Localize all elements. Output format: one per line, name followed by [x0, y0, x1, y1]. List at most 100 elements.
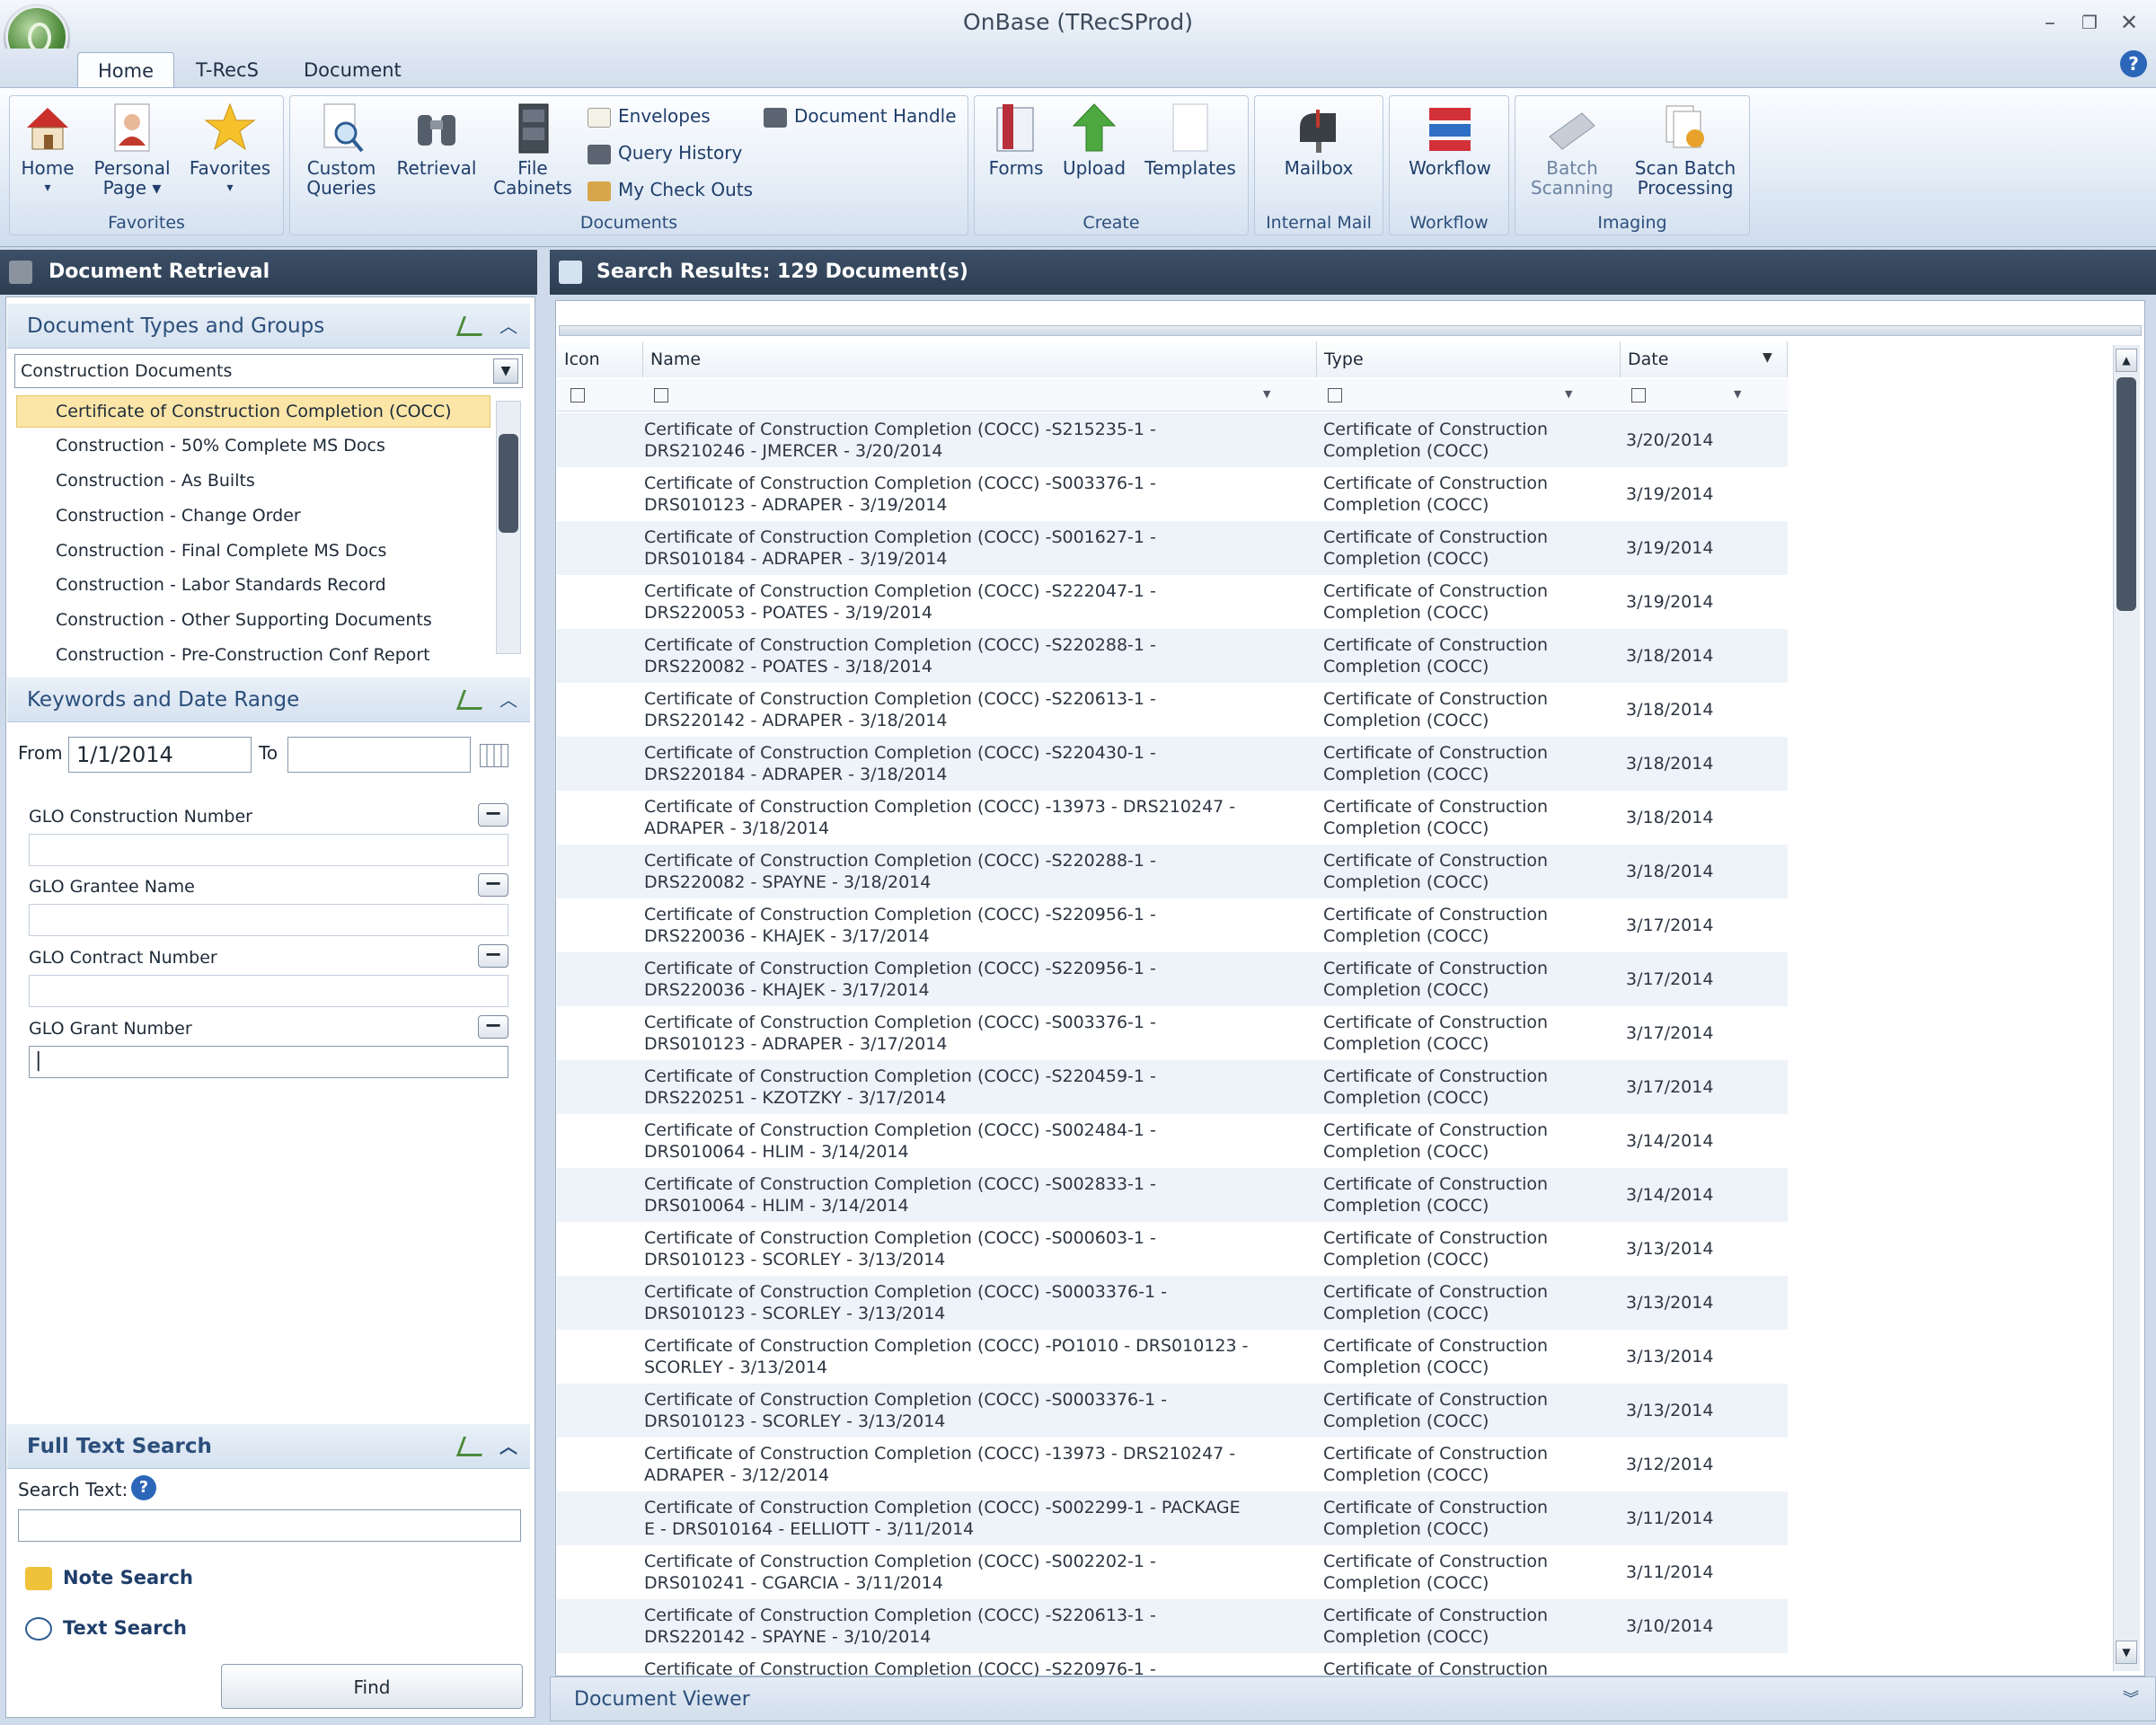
cell-name[interactable]: Certificate of Construction Completion (…: [644, 473, 1255, 518]
cell-name[interactable]: Certificate of Construction Completion (…: [644, 1497, 1255, 1542]
scroll-up-arrow-icon[interactable]: ▲: [2116, 349, 2137, 372]
personal-page-button[interactable]: Personal Page ▾: [90, 101, 174, 198]
doc-type-item[interactable]: Construction - Pre-Construction Conf Rep…: [56, 639, 430, 671]
table-row[interactable]: Certificate of Construction Completion (…: [557, 1438, 1788, 1491]
table-row[interactable]: Certificate of Construction Completion (…: [557, 1006, 1788, 1060]
glo-contract-number-input[interactable]: [29, 975, 508, 1007]
scroll-thumb[interactable]: [499, 434, 518, 533]
scroll-down-arrow-icon[interactable]: ▼: [2116, 1641, 2137, 1664]
note-search-button[interactable]: Note Search: [25, 1567, 193, 1590]
table-row[interactable]: Certificate of Construction Completion (…: [557, 1168, 1788, 1222]
upload-button[interactable]: Upload: [1058, 101, 1130, 178]
table-row[interactable]: Certificate of Construction Completion (…: [557, 1491, 1788, 1545]
cell-name[interactable]: Certificate of Construction Completion (…: [644, 526, 1255, 571]
cell-name[interactable]: Certificate of Construction Completion (…: [644, 742, 1255, 787]
keywords-section-header[interactable]: Keywords and Date Range ︿: [7, 677, 530, 722]
cell-name[interactable]: Certificate of Construction Completion (…: [644, 850, 1255, 895]
doc-type-item[interactable]: Construction - Final Complete MS Docs: [56, 535, 386, 567]
cell-name[interactable]: Certificate of Construction Completion (…: [644, 1605, 1255, 1650]
document-handle-button[interactable]: Document Handle: [764, 102, 957, 129]
table-row[interactable]: Certificate of Construction Completion (…: [557, 1653, 1788, 1676]
search-text-input[interactable]: [18, 1509, 521, 1542]
calendar-icon[interactable]: [480, 744, 508, 767]
table-row[interactable]: Certificate of Construction Completion (…: [557, 1384, 1788, 1438]
table-row[interactable]: Certificate of Construction Completion (…: [557, 791, 1788, 845]
cell-name[interactable]: Certificate of Construction Completion (…: [644, 419, 1255, 464]
cell-name[interactable]: Certificate of Construction Completion (…: [644, 1659, 1255, 1676]
doc-type-group-dropdown[interactable]: Construction Documents ▼: [14, 354, 523, 388]
close-button[interactable]: ✕: [2111, 7, 2147, 38]
table-row[interactable]: Certificate of Construction Completion (…: [557, 952, 1788, 1006]
remove-keyword-button[interactable]: −: [478, 802, 508, 827]
custom-queries-button[interactable]: Custom Queries: [300, 101, 383, 198]
full-text-search-header[interactable]: Full Text Search ︿: [7, 1424, 530, 1469]
query-history-button[interactable]: Query History: [588, 139, 742, 166]
table-row[interactable]: Certificate of Construction Completion (…: [557, 845, 1788, 898]
document-viewer-bar[interactable]: Document Viewer ︾: [550, 1676, 2156, 1721]
tab-home[interactable]: Home: [77, 52, 175, 88]
cell-name[interactable]: Certificate of Construction Completion (…: [644, 1119, 1255, 1164]
scan-batch-processing-button[interactable]: Scan Batch Processing: [1630, 101, 1741, 198]
table-row[interactable]: Certificate of Construction Completion (…: [557, 683, 1788, 737]
workflow-button[interactable]: Workflow: [1398, 101, 1502, 178]
column-header-name[interactable]: Name: [643, 341, 1317, 377]
doc-type-item[interactable]: Construction - As Builts: [56, 464, 255, 497]
doc-type-item[interactable]: Construction - 50% Complete MS Docs: [56, 429, 385, 462]
cell-name[interactable]: Certificate of Construction Completion (…: [644, 688, 1255, 733]
table-row[interactable]: Certificate of Construction Completion (…: [557, 413, 1788, 467]
cell-name[interactable]: Certificate of Construction Completion (…: [644, 1227, 1255, 1272]
sort-descending-icon[interactable]: ▼: [1763, 350, 1772, 365]
text-search-button[interactable]: Text Search: [25, 1617, 187, 1641]
table-row[interactable]: Certificate of Construction Completion (…: [557, 1114, 1788, 1168]
retrieval-button[interactable]: Retrieval: [392, 101, 482, 178]
find-button[interactable]: Find: [221, 1664, 523, 1709]
favorites-button[interactable]: Favorites ▾: [187, 101, 273, 198]
table-row[interactable]: Certificate of Construction Completion (…: [557, 1330, 1788, 1384]
chevron-down-icon[interactable]: ▼: [493, 358, 518, 384]
remove-keyword-button[interactable]: −: [478, 872, 508, 897]
cell-name[interactable]: Certificate of Construction Completion (…: [644, 904, 1255, 949]
collapse-icon[interactable]: ︿: [499, 1424, 517, 1469]
templates-button[interactable]: Templates: [1141, 101, 1240, 178]
cell-name[interactable]: Certificate of Construction Completion (…: [644, 1389, 1255, 1434]
remove-keyword-button[interactable]: −: [478, 943, 508, 968]
cell-name[interactable]: Certificate of Construction Completion (…: [644, 1281, 1255, 1326]
doc-type-item[interactable]: Construction - Change Order: [56, 500, 301, 532]
cell-name[interactable]: Certificate of Construction Completion (…: [644, 580, 1255, 625]
filter-dropdown-icon[interactable]: ▼: [1565, 388, 1572, 400]
filter-dropdown-icon[interactable]: ▼: [1263, 388, 1270, 400]
results-scrollbar[interactable]: ▲ ▼: [2113, 345, 2140, 1671]
batch-scanning-button[interactable]: Batch Scanning: [1525, 101, 1619, 198]
filter-icon[interactable]: [654, 388, 668, 402]
table-row[interactable]: Certificate of Construction Completion (…: [557, 737, 1788, 791]
collapse-icon[interactable]: ︿: [499, 304, 517, 349]
scroll-thumb[interactable]: [2116, 377, 2136, 611]
table-row[interactable]: Certificate of Construction Completion (…: [557, 1222, 1788, 1276]
collapse-icon[interactable]: ︿: [499, 677, 517, 722]
table-row[interactable]: Certificate of Construction Completion (…: [557, 1276, 1788, 1330]
pin-icon[interactable]: [455, 1437, 490, 1456]
cell-name[interactable]: Certificate of Construction Completion (…: [644, 1551, 1255, 1596]
envelopes-button[interactable]: Envelopes: [588, 102, 711, 129]
help-icon[interactable]: ?: [131, 1475, 156, 1500]
pin-icon[interactable]: [455, 316, 490, 336]
filter-dropdown-icon[interactable]: ▼: [1734, 388, 1741, 400]
doc-type-item[interactable]: Certificate of Construction Completion (…: [56, 395, 452, 428]
cell-name[interactable]: Certificate of Construction Completion (…: [644, 1335, 1255, 1380]
file-cabinets-button[interactable]: File Cabinets: [492, 101, 573, 198]
tab-trecs[interactable]: T-RecS: [176, 52, 278, 88]
column-header-icon[interactable]: Icon: [557, 341, 643, 377]
doc-types-section-header[interactable]: Document Types and Groups ︿: [7, 304, 530, 349]
cell-name[interactable]: Certificate of Construction Completion (…: [644, 1066, 1255, 1110]
filter-icon[interactable]: [570, 388, 585, 402]
cell-name[interactable]: Certificate of Construction Completion (…: [644, 1173, 1255, 1218]
glo-construction-number-input[interactable]: [29, 834, 508, 866]
cell-name[interactable]: Certificate of Construction Completion (…: [644, 796, 1255, 841]
filter-icon[interactable]: [1631, 388, 1646, 402]
cell-name[interactable]: Certificate of Construction Completion (…: [644, 1443, 1255, 1488]
forms-button[interactable]: Forms: [985, 101, 1047, 178]
table-row[interactable]: Certificate of Construction Completion (…: [557, 467, 1788, 521]
to-date-input[interactable]: [287, 737, 471, 773]
from-date-input[interactable]: 1/1/2014: [68, 737, 252, 773]
home-button[interactable]: Home ▾: [16, 101, 79, 198]
